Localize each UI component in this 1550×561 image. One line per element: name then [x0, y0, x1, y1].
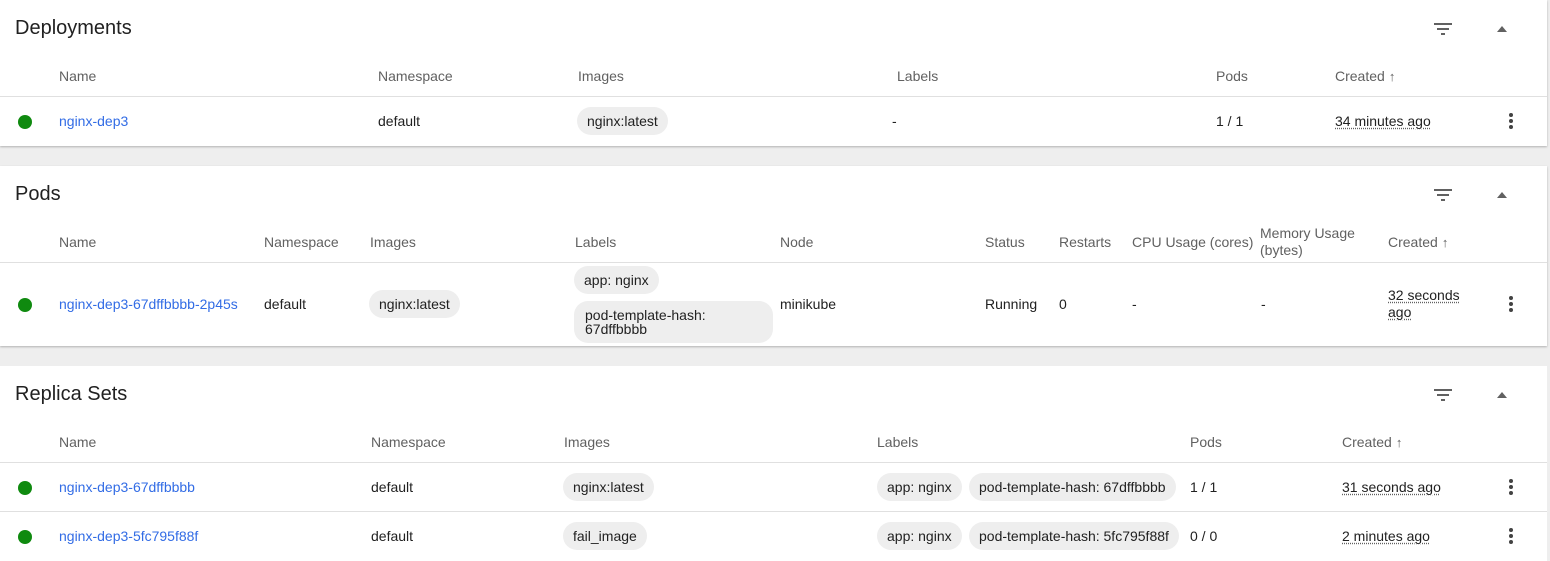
- more-vert-icon[interactable]: [1499, 109, 1523, 133]
- column-header-created[interactable]: Created ↑: [1335, 68, 1395, 85]
- replica-sets-title: Replica Sets: [15, 383, 128, 405]
- label-chip: pod-template-hash: 5fc795f88f: [969, 522, 1179, 550]
- filter-icon[interactable]: [1431, 17, 1455, 41]
- row-divider: [0, 511, 1547, 512]
- more-vert-icon[interactable]: [1499, 524, 1523, 548]
- node-cell: minikube: [780, 296, 837, 312]
- column-header-pods: Pods: [1190, 434, 1222, 450]
- created-cell: 34 minutes ago: [1335, 113, 1431, 129]
- column-header-memory: Memory Usage (bytes): [1260, 225, 1355, 258]
- column-header-labels: Labels: [575, 234, 617, 250]
- replica-sets-card: Replica Sets Name Namespace Images Label…: [0, 366, 1547, 561]
- created-header-label: Created: [1342, 434, 1392, 450]
- filter-icon[interactable]: [1431, 183, 1455, 207]
- created-header-label: Created: [1335, 68, 1385, 84]
- column-header-namespace[interactable]: Namespace: [378, 68, 453, 85]
- label-chip: app: nginx: [574, 266, 659, 294]
- column-header-restarts: Restarts: [1059, 234, 1112, 250]
- label-chip: pod-template-hash: 67dffbbbb: [969, 473, 1176, 501]
- column-header-name[interactable]: Name: [59, 68, 96, 85]
- pods-cell: 1 / 1: [1190, 479, 1218, 495]
- status-dot-icon: [18, 115, 32, 129]
- created-cell: 2 minutes ago: [1342, 528, 1430, 544]
- chevron-up-icon[interactable]: [1490, 383, 1514, 407]
- column-header-created[interactable]: Created ↑: [1388, 234, 1448, 251]
- replica-set-name-link[interactable]: nginx-dep3-67dffbbbb: [59, 479, 195, 496]
- arrow-up-icon[interactable]: ↑: [1396, 435, 1403, 450]
- image-chip: fail_image: [563, 522, 647, 550]
- column-header-labels: Labels: [897, 68, 939, 84]
- chevron-up-icon[interactable]: [1490, 17, 1514, 41]
- header-divider: [0, 96, 1547, 97]
- image-chip: nginx:latest: [369, 290, 460, 318]
- image-chip: nginx:latest: [563, 473, 654, 501]
- status-dot-icon: [18, 481, 32, 495]
- created-cell: 32 seconds ago: [1388, 287, 1460, 320]
- label-chip: app: nginx: [877, 473, 962, 501]
- column-header-name[interactable]: Name: [59, 234, 96, 251]
- label-chip: app: nginx: [877, 522, 962, 550]
- pod-name-link[interactable]: nginx-dep3-67dffbbbb-2p45s: [59, 296, 238, 313]
- status-dot-icon: [18, 298, 32, 312]
- column-header-images: Images: [578, 68, 624, 84]
- filter-icon[interactable]: [1431, 383, 1455, 407]
- pods-title: Pods: [15, 183, 61, 205]
- arrow-up-icon[interactable]: ↑: [1389, 69, 1396, 84]
- namespace-cell: default: [264, 296, 307, 312]
- image-chip: nginx:latest: [577, 107, 668, 135]
- more-vert-icon[interactable]: [1499, 292, 1523, 316]
- cpu-cell: -: [1132, 296, 1137, 312]
- namespace-cell: default: [378, 113, 421, 129]
- header-divider: [0, 262, 1547, 263]
- memory-cell: -: [1261, 296, 1266, 312]
- status-cell: Running: [985, 296, 1038, 312]
- deployment-name-link[interactable]: nginx-dep3: [59, 113, 128, 130]
- deployments-title: Deployments: [15, 17, 132, 39]
- column-header-node[interactable]: Node: [780, 234, 813, 251]
- deployments-card: Deployments Name Namespace Images Labels…: [0, 0, 1547, 146]
- status-dot-icon: [18, 530, 32, 544]
- arrow-up-icon[interactable]: ↑: [1442, 235, 1449, 250]
- column-header-cpu: CPU Usage (cores): [1132, 234, 1254, 250]
- column-header-created[interactable]: Created ↑: [1342, 434, 1402, 451]
- column-header-images: Images: [564, 434, 610, 450]
- labels-cell: -: [892, 113, 897, 129]
- restarts-cell: 0: [1059, 296, 1067, 312]
- namespace-cell: default: [371, 528, 414, 544]
- column-header-pods: Pods: [1216, 68, 1248, 84]
- column-header-name[interactable]: Name: [59, 434, 96, 451]
- chevron-up-icon[interactable]: [1490, 183, 1514, 207]
- column-header-labels: Labels: [877, 434, 919, 450]
- pods-card: Pods Name Namespace Images Labels Node S…: [0, 166, 1547, 346]
- column-header-images: Images: [370, 234, 416, 250]
- column-header-status[interactable]: Status: [985, 234, 1025, 251]
- label-chip: pod-template-hash: 67dffbbbb: [574, 301, 773, 343]
- pods-cell: 0 / 0: [1190, 528, 1218, 544]
- more-vert-icon[interactable]: [1499, 475, 1523, 499]
- header-divider: [0, 462, 1547, 463]
- column-header-namespace[interactable]: Namespace: [264, 234, 339, 251]
- column-header-namespace[interactable]: Namespace: [371, 434, 446, 451]
- created-header-label: Created: [1388, 234, 1438, 250]
- pods-cell: 1 / 1: [1216, 113, 1244, 129]
- replica-set-name-link[interactable]: nginx-dep3-5fc795f88f: [59, 528, 198, 545]
- created-cell: 31 seconds ago: [1342, 479, 1441, 495]
- namespace-cell: default: [371, 479, 414, 495]
